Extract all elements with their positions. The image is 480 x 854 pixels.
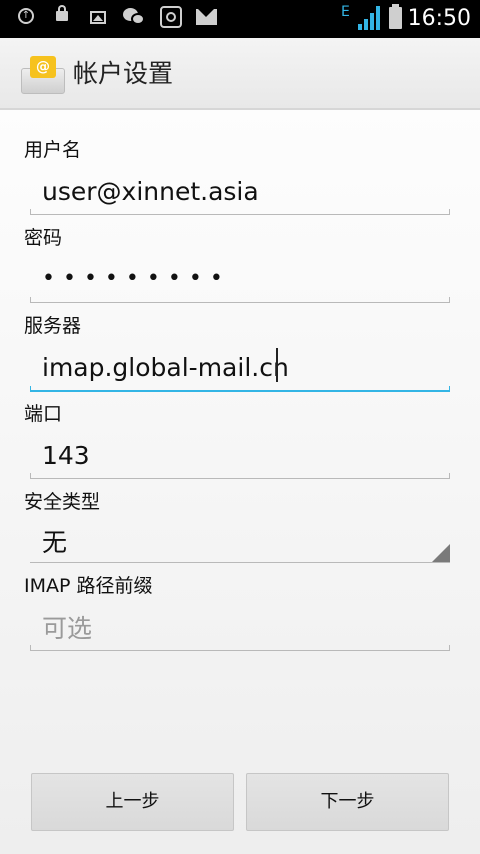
- robot-icon: [160, 6, 182, 28]
- status-bar: ↑ E 16:50: [0, 0, 480, 38]
- dropdown-arrow-icon[interactable]: [432, 544, 450, 562]
- clock: 16:50: [407, 6, 471, 31]
- username-label: 用户名: [24, 139, 82, 161]
- lock-icon: [56, 5, 68, 21]
- text-cursor: [276, 348, 278, 382]
- network-type-label: E: [341, 4, 350, 20]
- upload-icon: ↑: [18, 8, 34, 24]
- mail-icon: [196, 9, 217, 25]
- server-field[interactable]: imap.global-mail.cn: [42, 351, 289, 385]
- imap-path-prefix-underline: [30, 645, 450, 651]
- port-underline: [30, 473, 450, 479]
- username-field[interactable]: user@xinnet.asia: [42, 175, 259, 209]
- battery-icon: [389, 4, 402, 29]
- signal-icon: [356, 6, 382, 30]
- server-underline: [30, 386, 450, 392]
- security-type-label: 安全类型: [24, 491, 101, 513]
- previous-button[interactable]: 上一步: [31, 773, 234, 831]
- security-type-dropdown[interactable]: 无: [42, 526, 67, 560]
- imap-path-prefix-label: IMAP 路径前缀: [24, 575, 153, 597]
- wechat-icon: [123, 8, 145, 26]
- image-icon: [90, 11, 106, 24]
- username-underline: [30, 209, 450, 215]
- security-type-underline: [30, 562, 450, 563]
- password-underline: [30, 297, 450, 303]
- server-label: 服务器: [24, 315, 82, 337]
- password-label: 密码: [24, 227, 63, 249]
- at-sign-icon: @: [30, 56, 56, 78]
- action-bar: @ 帐户设置: [0, 38, 480, 110]
- port-field[interactable]: 143: [42, 439, 90, 473]
- page-title: 帐户设置: [73, 59, 174, 88]
- next-button[interactable]: 下一步: [246, 773, 449, 831]
- password-field[interactable]: •••••••••: [42, 262, 231, 296]
- email-app-icon[interactable]: @: [21, 56, 65, 94]
- port-label: 端口: [24, 403, 63, 425]
- imap-path-prefix-field[interactable]: 可选: [42, 612, 92, 646]
